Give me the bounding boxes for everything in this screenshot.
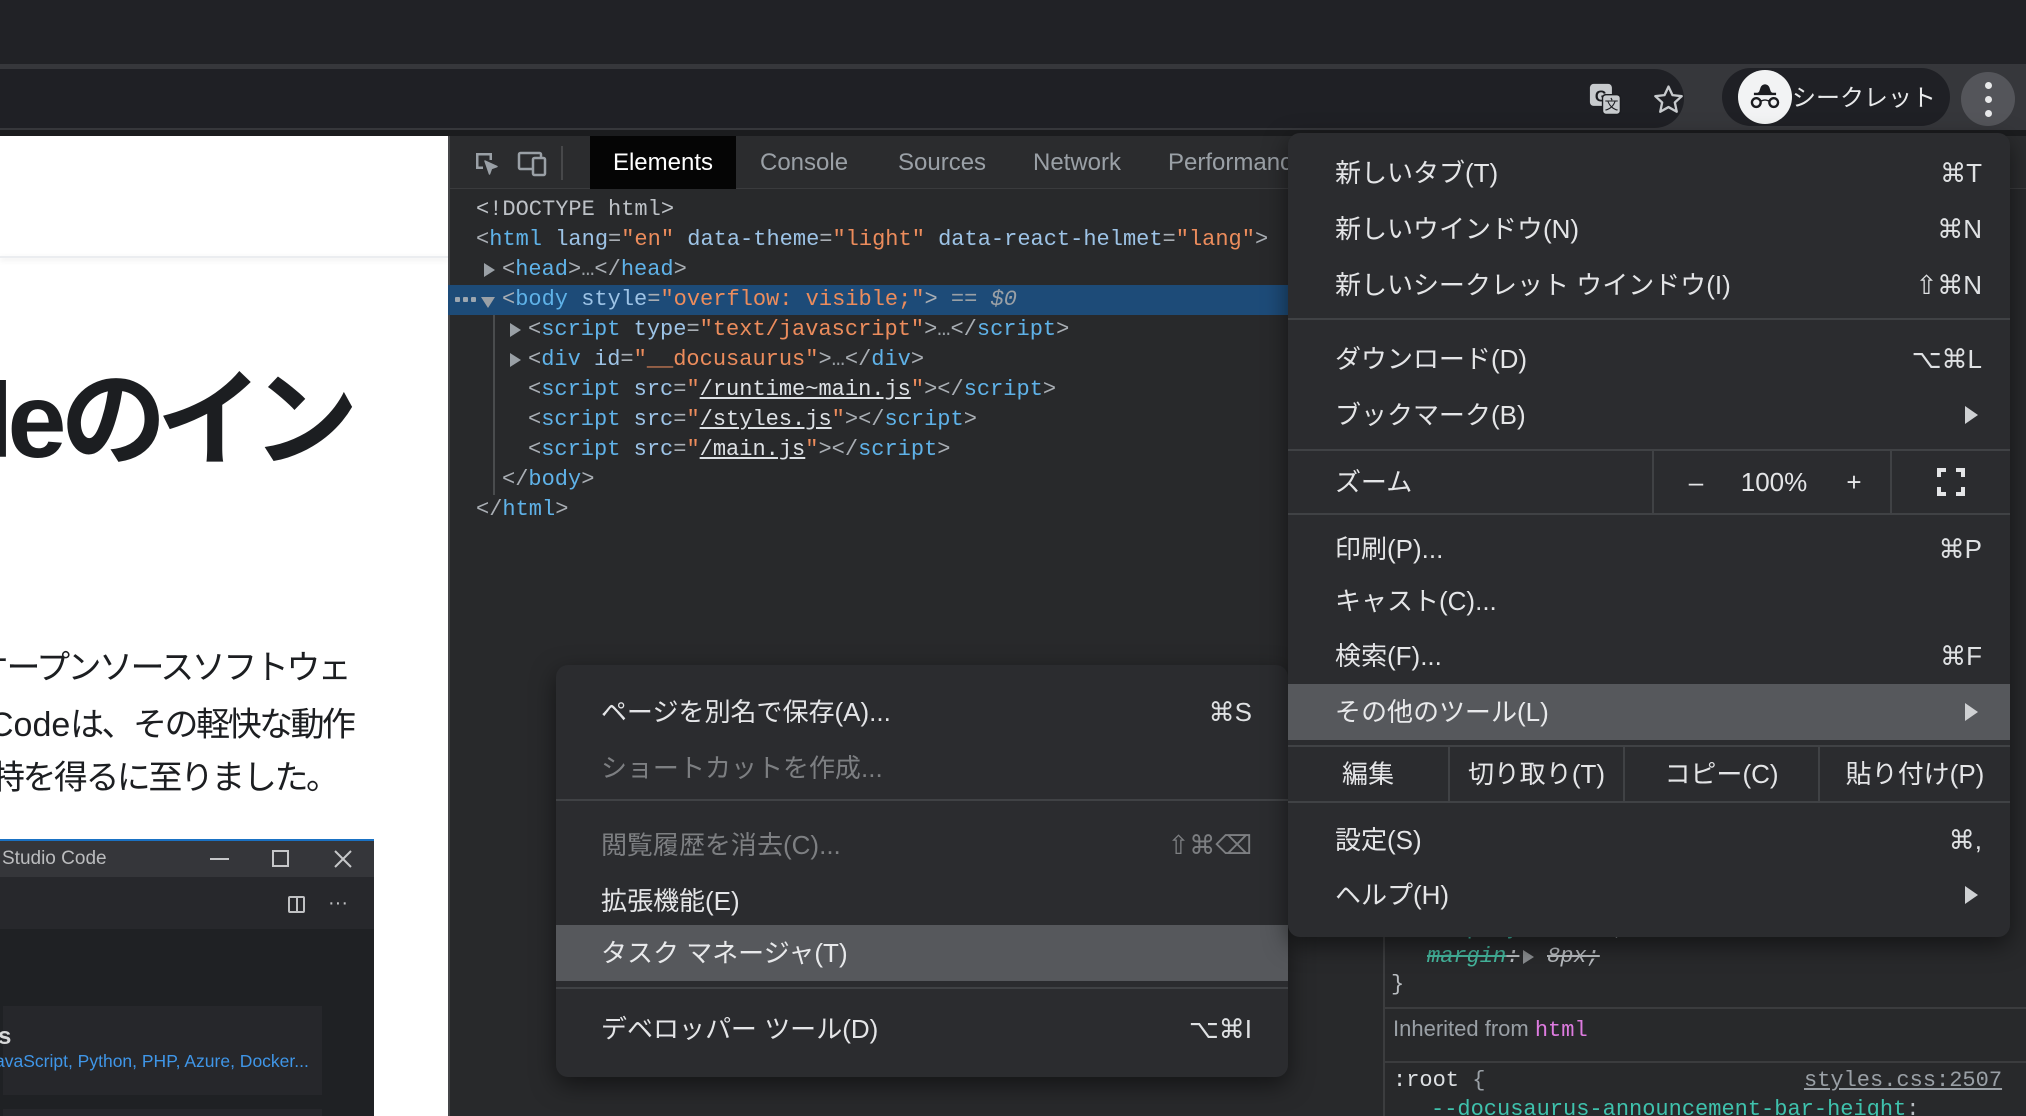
svg-text:文: 文	[1605, 94, 1619, 114]
